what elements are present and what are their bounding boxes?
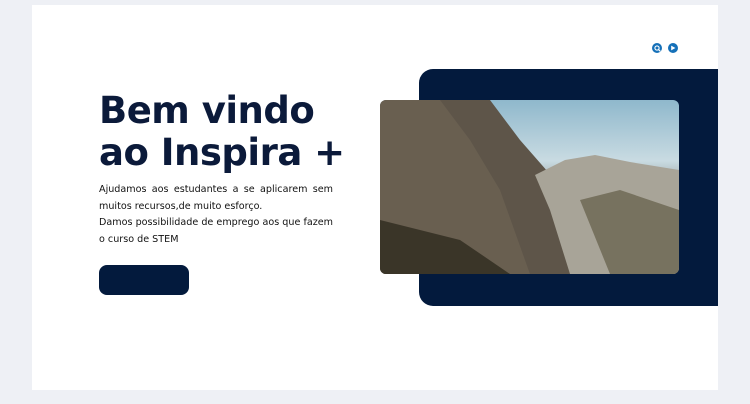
description-1: Ajudamos aos estudantes a se aplicarem s… <box>99 184 333 212</box>
page-title: Bem vindo ao Inspira + <box>99 90 345 174</box>
play-icon[interactable] <box>668 43 678 53</box>
cta-button[interactable] <box>99 265 189 295</box>
description-2: Damos possibilidade de emprego aos que f… <box>99 217 333 245</box>
top-icons <box>652 43 678 53</box>
title-line-2: ao Inspira + <box>99 131 345 174</box>
search-icon[interactable] <box>652 43 662 53</box>
title-line-1: Bem vindo <box>99 89 315 132</box>
description: Ajudamos aos estudantes a se aplicarem s… <box>99 182 333 248</box>
mountain-photo <box>380 100 679 274</box>
